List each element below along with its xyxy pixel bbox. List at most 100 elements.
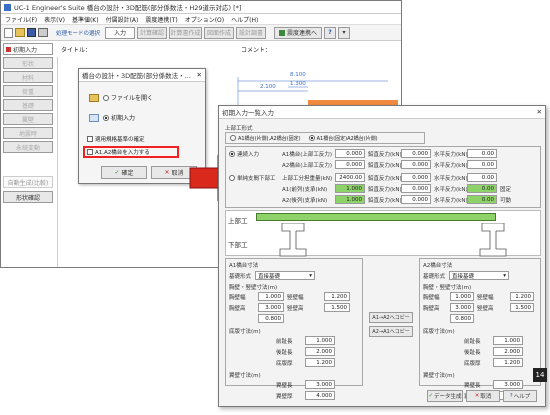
a2-type-select[interactable]: 直接基礎 ▾ (449, 271, 510, 280)
sidebar-item-seismic[interactable]: 地震時 (3, 127, 53, 139)
field-value[interactable]: 0.000 (335, 149, 365, 158)
shape-check-button[interactable]: 形状確認 (3, 191, 53, 203)
menu-view[interactable]: 表示(V) (44, 15, 65, 24)
auto-generate-button[interactable]: 自動生成(比較) (3, 176, 53, 188)
initial-input-radio[interactable] (103, 114, 109, 121)
open-file-radio[interactable] (103, 94, 109, 101)
field-value[interactable]: 1.200 (305, 358, 335, 367)
field-value[interactable]: 1.500 (324, 303, 350, 312)
field-value[interactable]: 1.200 (324, 292, 350, 301)
generate-button[interactable]: ✓ データ生成 (427, 390, 463, 402)
field-value[interactable]: 0.00 (467, 184, 497, 193)
structure-opt-1[interactable]: A1橋台(片側),A2橋台(固定) (230, 135, 301, 142)
close-icon[interactable]: ✕ (197, 71, 202, 79)
field-label: 胸壁幅 (423, 294, 440, 301)
ok-button[interactable]: ✓ 確定 (101, 166, 147, 179)
standard-check[interactable]: 適用規格基準の確定 (87, 135, 145, 143)
field-value[interactable]: 0.000 (401, 184, 431, 193)
field-value[interactable]: 3.000 (258, 303, 284, 312)
initial-dialog-titlebar: 橋台の設計・3D配筋(部分係数法・... ✕ (79, 69, 205, 82)
field-value[interactable]: 3.000 (305, 380, 335, 389)
field-value[interactable]: 0.00 (467, 173, 497, 182)
radio[interactable] (308, 135, 315, 141)
dialog-help-button[interactable]: ? ヘルプ (503, 390, 537, 402)
a1a2-check[interactable]: A1,A2橋台を入力する (83, 146, 179, 158)
field-label: 翼壁長 (464, 382, 481, 389)
field-value[interactable]: 0.00 (467, 160, 497, 169)
save-icon[interactable] (27, 28, 36, 37)
help-button[interactable]: ? (324, 26, 337, 39)
radio[interactable] (229, 151, 235, 157)
copy-a1-to-a2-button[interactable]: A1→A2へコピー (369, 312, 413, 323)
list-dialog-titlebar: 初期入力一覧入力 ✕ (219, 106, 545, 119)
field-value[interactable]: 1.500 (510, 303, 534, 312)
field-value[interactable]: 3.000 (493, 380, 523, 389)
upper-label: 上部工 (228, 217, 248, 225)
field-value[interactable]: 3.000 (450, 303, 474, 312)
pin-icon[interactable]: ▾ (338, 26, 351, 39)
field-label: 鉛直反力(kN) (368, 197, 402, 204)
new-icon[interactable] (4, 27, 13, 38)
field-value[interactable]: 1.000 (305, 336, 335, 345)
field-value[interactable]: 0.800 (450, 314, 474, 323)
field-value[interactable]: 0.000 (401, 160, 431, 169)
dialog-cancel-button[interactable]: ✕ 取消 (466, 390, 500, 402)
structure-group: A1橋台(片側),A2橋台(固定) A1橋台(固定)A2橋台(片側) (225, 132, 425, 144)
field-value[interactable]: 2400.00 (335, 173, 365, 182)
menu-seismic[interactable]: 震度連携(T) (145, 15, 177, 24)
print-icon[interactable] (38, 28, 48, 37)
sidebar-item-material[interactable]: 材料 (3, 71, 53, 83)
x-icon: ✕ (164, 169, 170, 176)
field-value[interactable]: 1.000 (258, 292, 284, 301)
tab-drawing[interactable]: 図面作成 (204, 26, 235, 39)
field-value[interactable]: 1.000 (335, 195, 365, 204)
menu-attached[interactable]: 付属設計(A) (106, 15, 139, 24)
menu-option[interactable]: オプション(O) (185, 15, 224, 24)
close-icon[interactable]: ✕ (537, 108, 542, 116)
sidebar-item-foundation[interactable]: 基礎 (3, 99, 53, 111)
field-value[interactable]: 0.000 (401, 195, 431, 204)
row-radio[interactable]: 単純支間下部工 (229, 174, 279, 182)
reaction-row-2: A2橋台(上部工反力) 0.000 鉛直反力(kN) 0.000 水平反力(kN… (229, 160, 497, 169)
open-icon[interactable] (15, 28, 25, 37)
field-value[interactable]: 0.000 (401, 173, 431, 182)
field-value[interactable]: 0.00 (467, 195, 497, 204)
radio[interactable] (229, 175, 235, 181)
field-value[interactable]: 1.000 (335, 184, 365, 193)
sidebar-item-persistent[interactable]: 永続変動 (3, 141, 53, 153)
tab-input[interactable]: 入力 (105, 26, 136, 39)
a1-type-label: 基礎形式 (229, 273, 252, 280)
a1-pile-grid: 翼壁長 3.000 翼壁厚 4.000 (276, 380, 362, 400)
tab-design-doc[interactable]: 設計調書 (236, 26, 267, 39)
copy-a2-to-a1-button[interactable]: A2→A1へコピー (369, 326, 413, 337)
tab-calc-check[interactable]: 計算確認 (137, 26, 168, 39)
field-value[interactable]: 0.000 (335, 160, 365, 169)
menu-help[interactable]: ヘルプ(H) (231, 15, 258, 24)
field-value[interactable]: 0.00 (467, 149, 497, 158)
field-value[interactable]: 0.000 (401, 149, 431, 158)
tab-report[interactable]: 計算書作成 (169, 26, 203, 39)
field-value[interactable]: 1.000 (450, 292, 474, 301)
sidebar-item-shape[interactable]: 形状 (3, 57, 53, 69)
standard-checkbox[interactable] (87, 136, 93, 142)
sidebar-item-load[interactable]: 荷重 (3, 85, 53, 97)
open-file-option[interactable]: ファイルを開く (89, 93, 153, 102)
menu-standard[interactable]: 基準値(K) (72, 15, 99, 24)
a1a2-checkbox[interactable] (87, 149, 93, 155)
field-value[interactable]: 1.000 (493, 336, 523, 345)
initial-input-option[interactable]: 初期入力 (89, 113, 135, 122)
structure-opt-2[interactable]: A1橋台(固定)A2橋台(片側) (308, 135, 378, 142)
field-value[interactable]: 2.000 (493, 347, 523, 356)
sidebar-item-initial[interactable]: 初期入力 (3, 43, 53, 55)
field-value[interactable]: 1.200 (510, 292, 534, 301)
seismic-link-button[interactable]: 震度連携へ (274, 26, 323, 39)
row-radio[interactable]: 連続入力 (229, 150, 279, 158)
radio[interactable] (230, 135, 236, 141)
field-value[interactable]: 1.200 (493, 358, 523, 367)
field-value[interactable]: 4.000 (305, 391, 335, 400)
field-value[interactable]: 0.800 (258, 314, 284, 323)
a1-type-select[interactable]: 直接基礎 ▾ (255, 271, 316, 280)
field-value[interactable]: 2.000 (305, 347, 335, 356)
menu-file[interactable]: ファイル(F) (5, 15, 37, 24)
sidebar-item-wing[interactable]: 翼壁 (3, 113, 53, 125)
